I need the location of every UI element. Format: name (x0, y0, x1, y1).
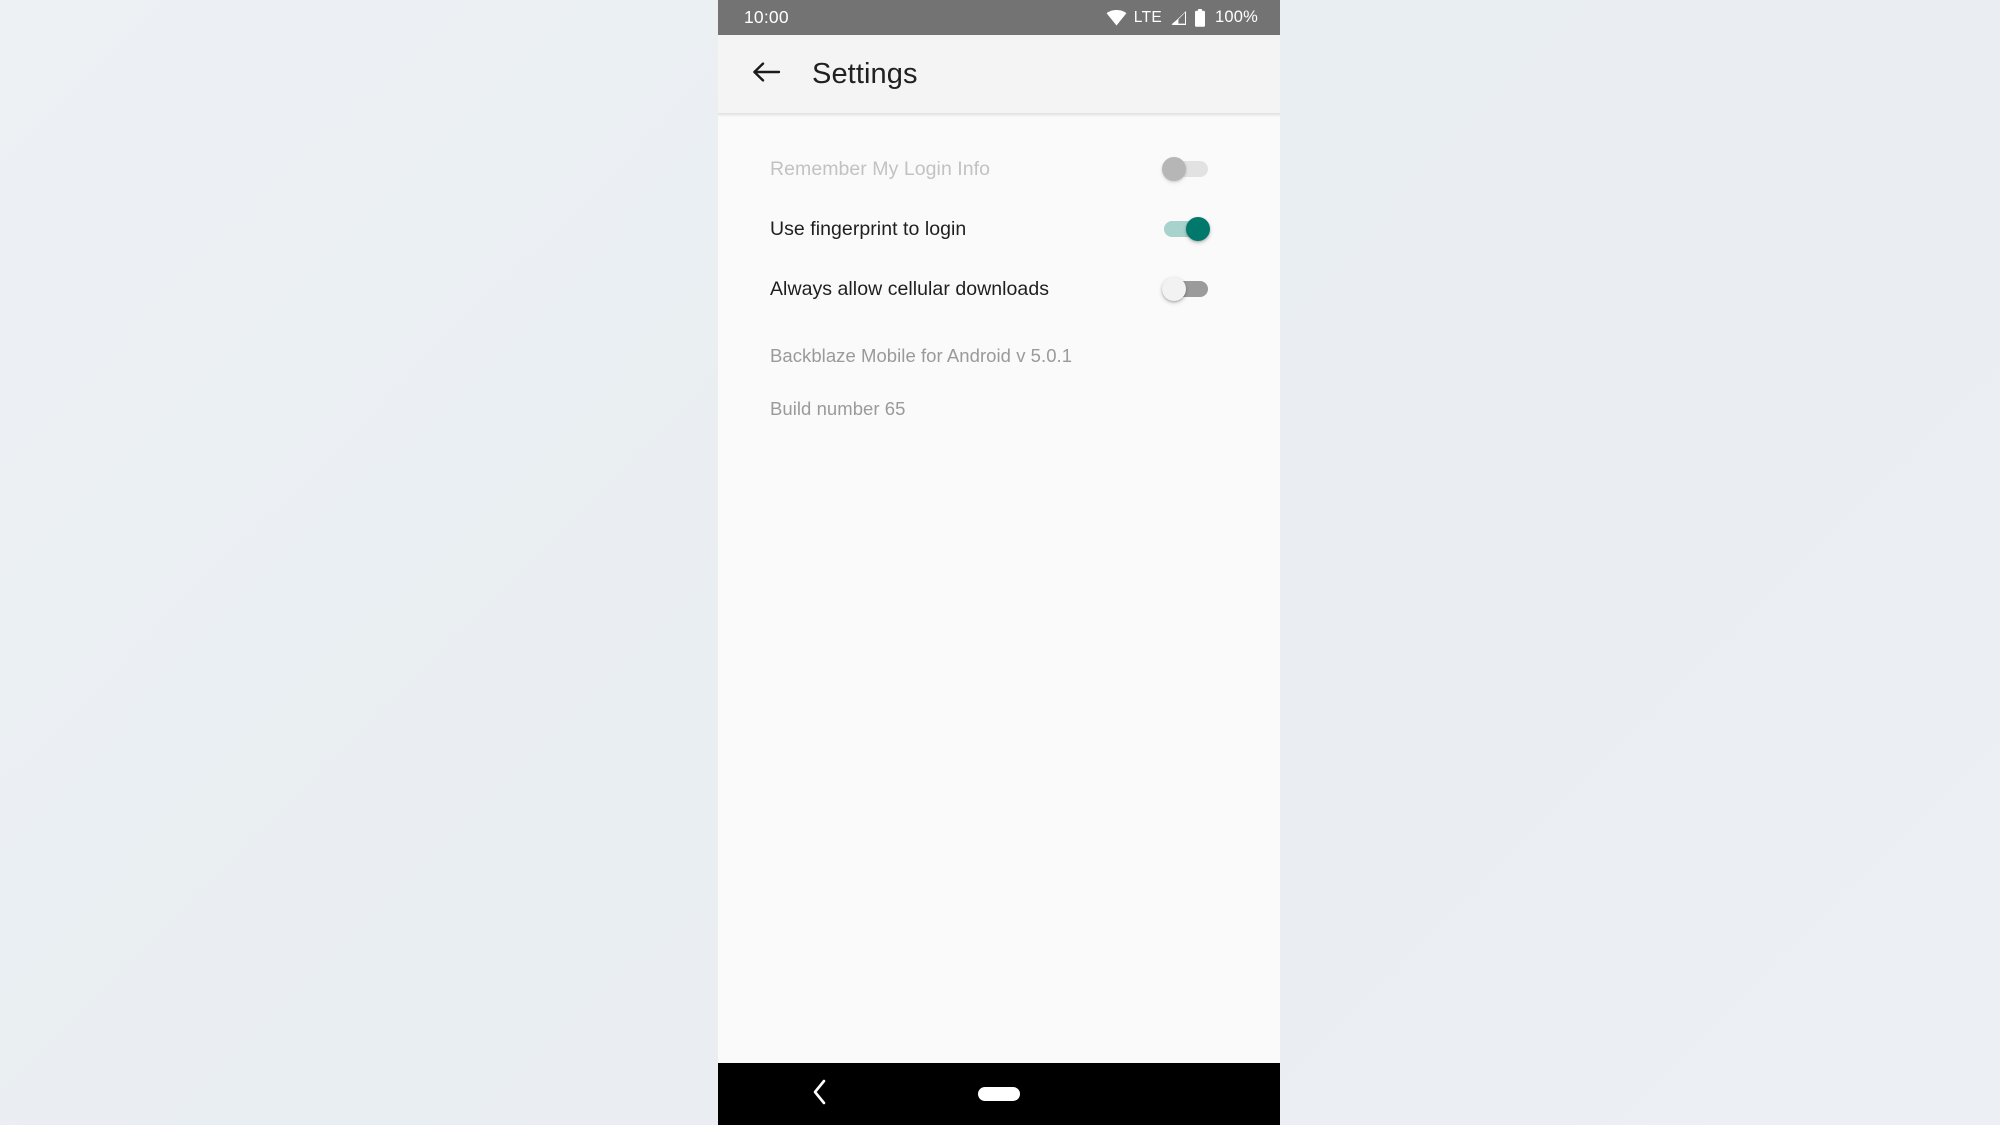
system-navigation-bar (718, 1063, 1280, 1125)
toggle-remember-login-info[interactable] (1162, 154, 1210, 184)
toggle-always-allow-cellular-downloads[interactable] (1162, 274, 1210, 304)
setting-row-use-fingerprint-to-login[interactable]: Use fingerprint to login (718, 199, 1280, 259)
phone-screen: 10:00 LTE 100% Settings Remember My Logi… (718, 0, 1280, 1125)
battery-full-icon (1194, 8, 1206, 27)
setting-row-always-allow-cellular-downloads[interactable]: Always allow cellular downloads (718, 259, 1280, 319)
status-bar-icons: LTE 100% (1106, 8, 1258, 27)
setting-label-remember-login-info: Remember My Login Info (770, 157, 991, 180)
home-pill-indicator[interactable] (978, 1087, 1020, 1101)
system-back-button[interactable] (803, 1077, 837, 1111)
setting-row-remember-login-info[interactable]: Remember My Login Info (718, 139, 1280, 199)
status-bar: 10:00 LTE 100% (718, 0, 1280, 35)
toggle-thumb (1162, 157, 1186, 181)
chevron-left-icon (811, 1079, 829, 1110)
page-backdrop: 10:00 LTE 100% Settings Remember My Logi… (0, 0, 2000, 1125)
about-block: Backblaze Mobile for Android v 5.0.1 Bui… (718, 319, 1280, 418)
build-number-label: Build number 65 (770, 397, 906, 419)
arrow-left-icon (751, 60, 781, 89)
setting-label-use-fingerprint-to-login: Use fingerprint to login (770, 217, 967, 240)
cellular-signal-icon (1169, 10, 1187, 26)
back-button[interactable] (740, 48, 792, 100)
toggle-thumb (1162, 277, 1186, 301)
app-version-label: Backblaze Mobile for Android v 5.0.1 (770, 345, 1073, 366)
battery-percent-label: 100% (1214, 8, 1258, 27)
network-type-label: LTE (1133, 8, 1162, 26)
page-title: Settings (812, 57, 918, 90)
setting-label-always-allow-cellular-downloads: Always allow cellular downloads (770, 277, 1050, 300)
wifi-icon (1106, 9, 1127, 26)
app-bar: Settings (718, 35, 1280, 117)
settings-content: Remember My Login Info Use fingerprint t… (718, 113, 1280, 1063)
toggle-use-fingerprint-to-login[interactable] (1162, 214, 1210, 244)
status-bar-clock: 10:00 (744, 6, 789, 27)
toggle-thumb (1186, 217, 1210, 241)
